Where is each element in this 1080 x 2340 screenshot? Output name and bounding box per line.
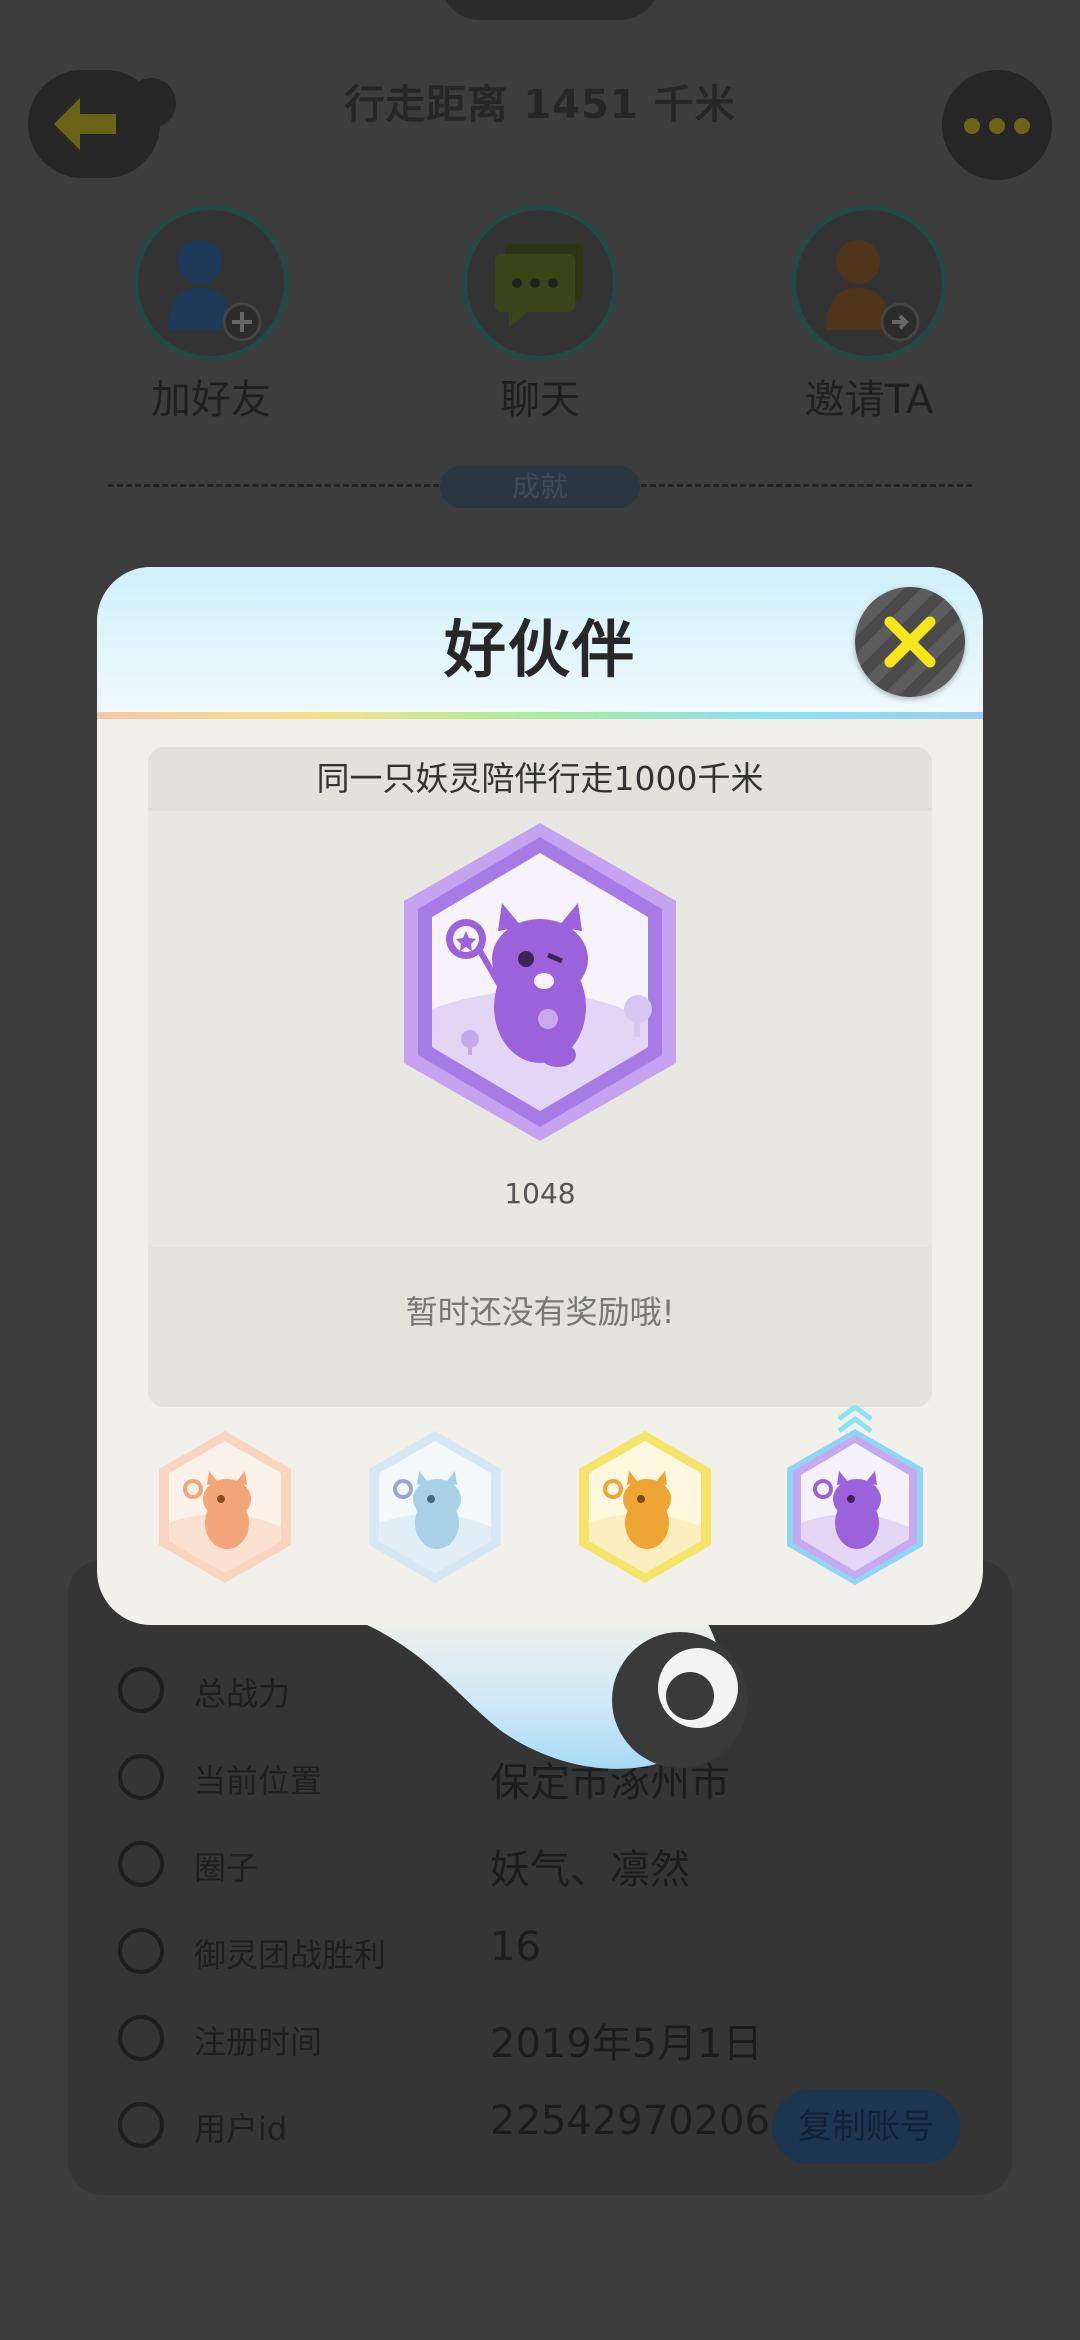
info-row-victories: 御灵团战胜利 16 [118,1924,978,1984]
info-row-register-date: 注册时间 2019年5月1日 [118,2011,978,2071]
circle-icon [118,1841,164,1887]
achievement-modal: 好伙伴 同一只妖灵陪伴行走1000千米 1048 暂时还没有奖励哦! [97,567,983,1625]
copy-account-button[interactable]: 复制账号 [772,2090,960,2164]
chevron-up-icon [837,1405,873,1433]
close-button[interactable] [855,587,965,697]
bronze-badge-icon[interactable] [155,1427,295,1587]
purple-badge-small-icon [787,1429,923,1585]
achievement-description: 同一只妖灵陪伴行走1000千米 [316,759,764,798]
gold-badge-icon[interactable] [575,1427,715,1587]
purple-badge-icon [404,823,676,1141]
rainbow-divider [97,712,983,719]
trophy-icon [118,1928,164,1974]
silver-badge-icon[interactable] [365,1427,505,1587]
close-icon [884,616,936,668]
reward-text: 暂时还没有奖励哦! [405,1293,675,1331]
tier-purple-selected[interactable] [785,1405,925,1591]
achievement-detail-panel: 同一只妖灵陪伴行走1000千米 1048 暂时还没有奖励哦! [148,747,932,1407]
id-icon [118,2102,164,2148]
modal-title: 好伙伴 [443,613,636,686]
info-row-circle: 圈子 妖气、凛然 [118,1837,978,1897]
clock-icon [118,2015,164,2061]
badge-count: 1048 [504,1177,576,1210]
reward-section: 暂时还没有奖励哦! [148,1247,932,1407]
